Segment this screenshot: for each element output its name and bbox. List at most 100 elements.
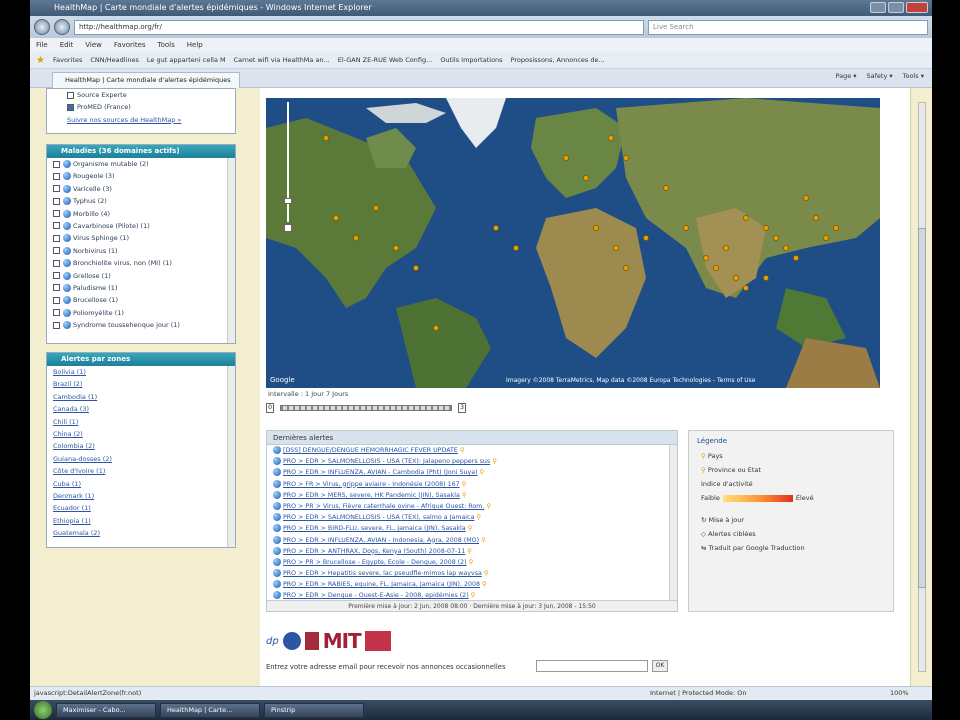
list-item[interactable]: Morbillo (4) (47, 208, 235, 220)
alert-link[interactable]: PRO > EDR > SALMONELLOSIS - USA (TEX), s… (283, 514, 474, 521)
list-item[interactable]: Syndrome toussehenque jour (1) (47, 319, 235, 331)
alert-marker[interactable] (353, 235, 359, 241)
list-item-label[interactable]: Brazil (2) (53, 380, 82, 388)
list-item[interactable]: Guiana-dosses (2) (47, 453, 235, 465)
alert-row[interactable]: PRO > EDR > BIRD-FLU, severe, FL, Jamaic… (267, 523, 677, 534)
legend-link[interactable]: ⇆ Traduit par Google Traduction (689, 541, 893, 555)
alert-marker[interactable] (733, 275, 739, 281)
alert-marker[interactable] (813, 215, 819, 221)
checkbox[interactable] (53, 210, 60, 218)
checkbox[interactable] (53, 284, 60, 292)
subscribe-button[interactable]: OK (652, 660, 668, 672)
alert-marker[interactable] (333, 215, 339, 221)
alert-link[interactable]: PRO > EDR > INFLUENZA, AVIAN - Cambodia … (283, 469, 478, 476)
alert-marker[interactable] (793, 255, 799, 261)
list-item-label[interactable]: Guiana-dosses (2) (53, 455, 112, 463)
checkbox[interactable] (53, 222, 60, 230)
menu-view[interactable]: View (85, 38, 102, 52)
zoom-thumb[interactable] (284, 198, 292, 204)
page-scrollbar[interactable] (910, 88, 932, 686)
list-item[interactable]: Virus Sphinge (1) (47, 232, 235, 244)
menu-tools[interactable]: Tools (158, 38, 175, 52)
checkbox[interactable] (53, 259, 60, 267)
alert-marker[interactable] (783, 245, 789, 251)
list-item[interactable]: Cuba (1) (47, 478, 235, 490)
alert-row[interactable]: PRO > EDR > MERS, severe, HK Pandemic (J… (267, 490, 677, 501)
menu-favorites[interactable]: Favorites (114, 38, 146, 52)
checkbox[interactable] (53, 185, 60, 193)
favorite-link[interactable]: CNN/Headlines (90, 52, 139, 68)
alert-marker[interactable] (823, 235, 829, 241)
taskbar-item[interactable]: HealthMap | Carte... (160, 702, 260, 718)
alert-row[interactable]: PRO > EDR > ANTHRAX, Dogs, Kenya (South)… (267, 546, 677, 557)
back-button[interactable] (34, 19, 50, 35)
alert-row[interactable]: PRO > EDR > SALMONELLOSIS - USA (TEX), s… (267, 512, 677, 523)
checkbox[interactable] (53, 309, 60, 317)
locations-header[interactable]: Alertes par zones (47, 353, 235, 366)
timeline-start[interactable]: 0 (266, 403, 274, 413)
zoom-track[interactable] (287, 102, 289, 222)
hst-logo[interactable] (364, 631, 391, 651)
zoom-level[interactable]: 100% (890, 687, 909, 700)
seal-logo[interactable] (282, 632, 301, 650)
list-item[interactable]: Denmark (1) (47, 490, 235, 502)
alert-marker[interactable] (833, 225, 839, 231)
tools-menu[interactable]: Tools ▾ (903, 72, 924, 80)
list-item[interactable]: Ecuador (1) (47, 502, 235, 514)
list-item[interactable]: Norbivirus (1) (47, 245, 235, 257)
alert-marker[interactable] (663, 185, 669, 191)
alert-marker[interactable] (393, 245, 399, 251)
list-item-label[interactable]: Canada (3) (53, 405, 89, 413)
alert-marker[interactable] (623, 155, 629, 161)
shield-logo[interactable] (304, 632, 319, 650)
favorite-link[interactable]: El-GAN ZE-RUE Web Config... (338, 52, 433, 68)
alert-marker[interactable] (373, 205, 379, 211)
favorites-button[interactable]: Favorites (53, 52, 82, 68)
sources-more-link[interactable]: Suivre nos sources de HealthMap » (47, 114, 235, 126)
alert-row[interactable]: PRO > EDR > RABIES, equine, FL, Jamaica,… (267, 579, 677, 590)
list-item-label[interactable]: Colombia (2) (53, 442, 95, 450)
world-map[interactable]: Imagery ©2008 TerraMetrics, Map data ©20… (266, 98, 880, 388)
alert-marker[interactable] (703, 255, 709, 261)
checkbox[interactable] (53, 197, 60, 205)
list-item[interactable]: Paludisme (1) (47, 282, 235, 294)
list-item[interactable]: Brazil (2) (47, 378, 235, 390)
start-button[interactable] (34, 701, 52, 719)
checkbox[interactable] (53, 234, 60, 242)
alert-link[interactable]: PRO > EDR > SALMONELLOSIS - USA (TEX): J… (283, 458, 490, 465)
list-item[interactable]: Chili (1) (47, 416, 235, 428)
alert-marker[interactable] (613, 245, 619, 251)
list-item[interactable]: Poliomyélite (1) (47, 307, 235, 319)
menu-file[interactable]: File (36, 38, 48, 52)
alert-marker[interactable] (773, 235, 779, 241)
tab-healthmap[interactable]: HealthMap | Carte mondiale d'alertes épi… (52, 72, 240, 88)
alert-link[interactable]: PRO > EDR > Hepatitis severe, lac pseudf… (283, 570, 482, 577)
list-item[interactable]: Bronchiolite virus, non (MI) (1) (47, 257, 235, 269)
map-canvas[interactable]: Imagery ©2008 TerraMetrics, Map data ©20… (266, 98, 880, 388)
taskbar-item[interactable]: Maximiser - Cabo... (56, 702, 156, 718)
list-item[interactable]: Rougeole (3) (47, 170, 235, 182)
alert-marker[interactable] (608, 135, 614, 141)
list-item[interactable]: Varicelle (3) (47, 183, 235, 195)
alert-link[interactable]: PRO > EDR > ANTHRAX, Dogs, Kenya (South)… (283, 548, 465, 555)
checkbox[interactable] (53, 247, 60, 255)
list-item-label[interactable]: China (2) (53, 430, 83, 438)
alert-marker[interactable] (763, 275, 769, 281)
alert-row[interactable]: PRO > EDR > Hepatitis severe, lac pseudf… (267, 568, 677, 579)
forward-button[interactable] (54, 19, 70, 35)
alert-marker[interactable] (413, 265, 419, 271)
alert-marker[interactable] (563, 155, 569, 161)
list-item[interactable]: Guatemala (2) (47, 527, 235, 539)
locations-scrollbar[interactable] (227, 366, 235, 547)
timeline-end[interactable]: 3 (458, 403, 466, 413)
alert-row[interactable]: PRO > EDR > INFLUENZA, AVIAN - Cambodia … (267, 467, 677, 478)
checkbox[interactable] (53, 272, 60, 280)
alert-link[interactable]: PRO > EDR > Dengue - Ouest-E-Asie - 2008… (283, 592, 469, 599)
list-item-label[interactable]: Cambodia (1) (53, 393, 97, 401)
alert-marker[interactable] (723, 245, 729, 251)
diseases-scrollbar[interactable] (227, 158, 235, 343)
list-item[interactable]: Côte d'Ivoire (1) (47, 465, 235, 477)
checkbox[interactable] (67, 103, 74, 111)
legend-link[interactable]: ↻ Mise à jour (689, 513, 893, 527)
source-item[interactable]: ProMED (France) (47, 101, 235, 113)
